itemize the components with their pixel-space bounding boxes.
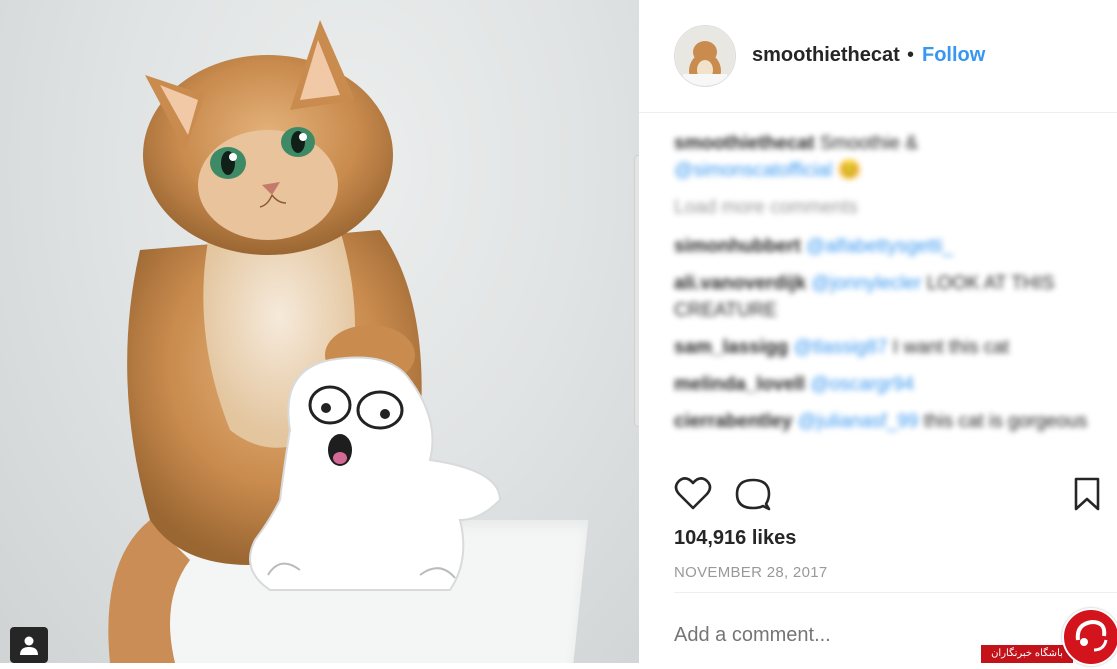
comment-item: simonhubbert @alfabettysgetti_ bbox=[674, 233, 1094, 260]
load-more-comments-button[interactable]: Load more comments bbox=[674, 194, 1094, 221]
comment-username[interactable]: ali.vanoverdijk bbox=[674, 273, 806, 294]
comment-username[interactable]: sam_lassigg bbox=[674, 337, 788, 358]
post-sidebar: smoothiethecat • Follow smoothiethecat S… bbox=[639, 0, 1117, 663]
comment-mention[interactable]: @julianasf_99 bbox=[798, 411, 919, 432]
comment-mention[interactable]: @alfabettysgetti_ bbox=[806, 236, 953, 257]
post-date: NOVEMBER 28, 2017 bbox=[674, 564, 828, 581]
avatar[interactable] bbox=[674, 25, 736, 87]
comment-item: ali.vanoverdijk @jonnylecler LOOK AT THI… bbox=[674, 270, 1094, 324]
comment-item: melinda_lovell @oscargr94 bbox=[674, 371, 1094, 398]
comment-text: this cat is gorgeous bbox=[923, 411, 1088, 432]
comments-list: smoothiethecat Smoothie & @simonscatoffi… bbox=[674, 130, 1094, 445]
comment-mention[interactable]: @oscargr94 bbox=[810, 374, 914, 395]
add-comment-input[interactable] bbox=[674, 624, 974, 647]
action-bar bbox=[639, 470, 1117, 520]
comment-icon[interactable] bbox=[735, 476, 771, 512]
cat-illustration bbox=[108, 20, 502, 663]
comment-item: cierrabentley @julianasf_99 this cat is … bbox=[674, 408, 1094, 435]
bookmark-icon[interactable] bbox=[1073, 476, 1101, 512]
watermark-logo-icon bbox=[1075, 619, 1108, 652]
caption-username[interactable]: smoothiethecat bbox=[674, 133, 814, 154]
comment-item: sam_lassigg @tlassig87 I want this cat bbox=[674, 334, 1094, 361]
caption: smoothiethecat Smoothie & @simonscatoffi… bbox=[674, 130, 1094, 184]
heart-icon[interactable] bbox=[674, 476, 712, 512]
follow-button[interactable]: Follow bbox=[922, 44, 985, 67]
watermark-label: باشگاه خبرنگاران bbox=[981, 645, 1073, 663]
post-username[interactable]: smoothiethecat bbox=[752, 44, 900, 67]
tagged-users-button[interactable] bbox=[10, 627, 48, 663]
comment-username[interactable]: simonhubbert bbox=[674, 236, 801, 257]
likes-count[interactable]: 104,916 likes bbox=[674, 527, 796, 550]
divider bbox=[674, 592, 1117, 593]
avatar-image bbox=[675, 26, 735, 86]
post-photo[interactable] bbox=[0, 0, 639, 663]
comment-mention[interactable]: @tlassig87 bbox=[793, 337, 887, 358]
post-header: smoothiethecat • Follow bbox=[639, 0, 1117, 113]
caption-mention[interactable]: @simonscatofficial bbox=[674, 160, 832, 181]
comment-mention[interactable]: @jonnylecler bbox=[811, 273, 921, 294]
user-tag-icon bbox=[20, 636, 38, 655]
caption-text: Smoothie & bbox=[819, 133, 918, 154]
separator-dot: • bbox=[907, 44, 915, 66]
caption-emoji: 😊 bbox=[837, 160, 862, 181]
comment-username[interactable]: cierrabentley bbox=[674, 411, 792, 432]
comment-text: I want this cat bbox=[892, 337, 1010, 358]
watermark-logo bbox=[1062, 608, 1117, 666]
comment-username[interactable]: melinda_lovell bbox=[674, 374, 805, 395]
